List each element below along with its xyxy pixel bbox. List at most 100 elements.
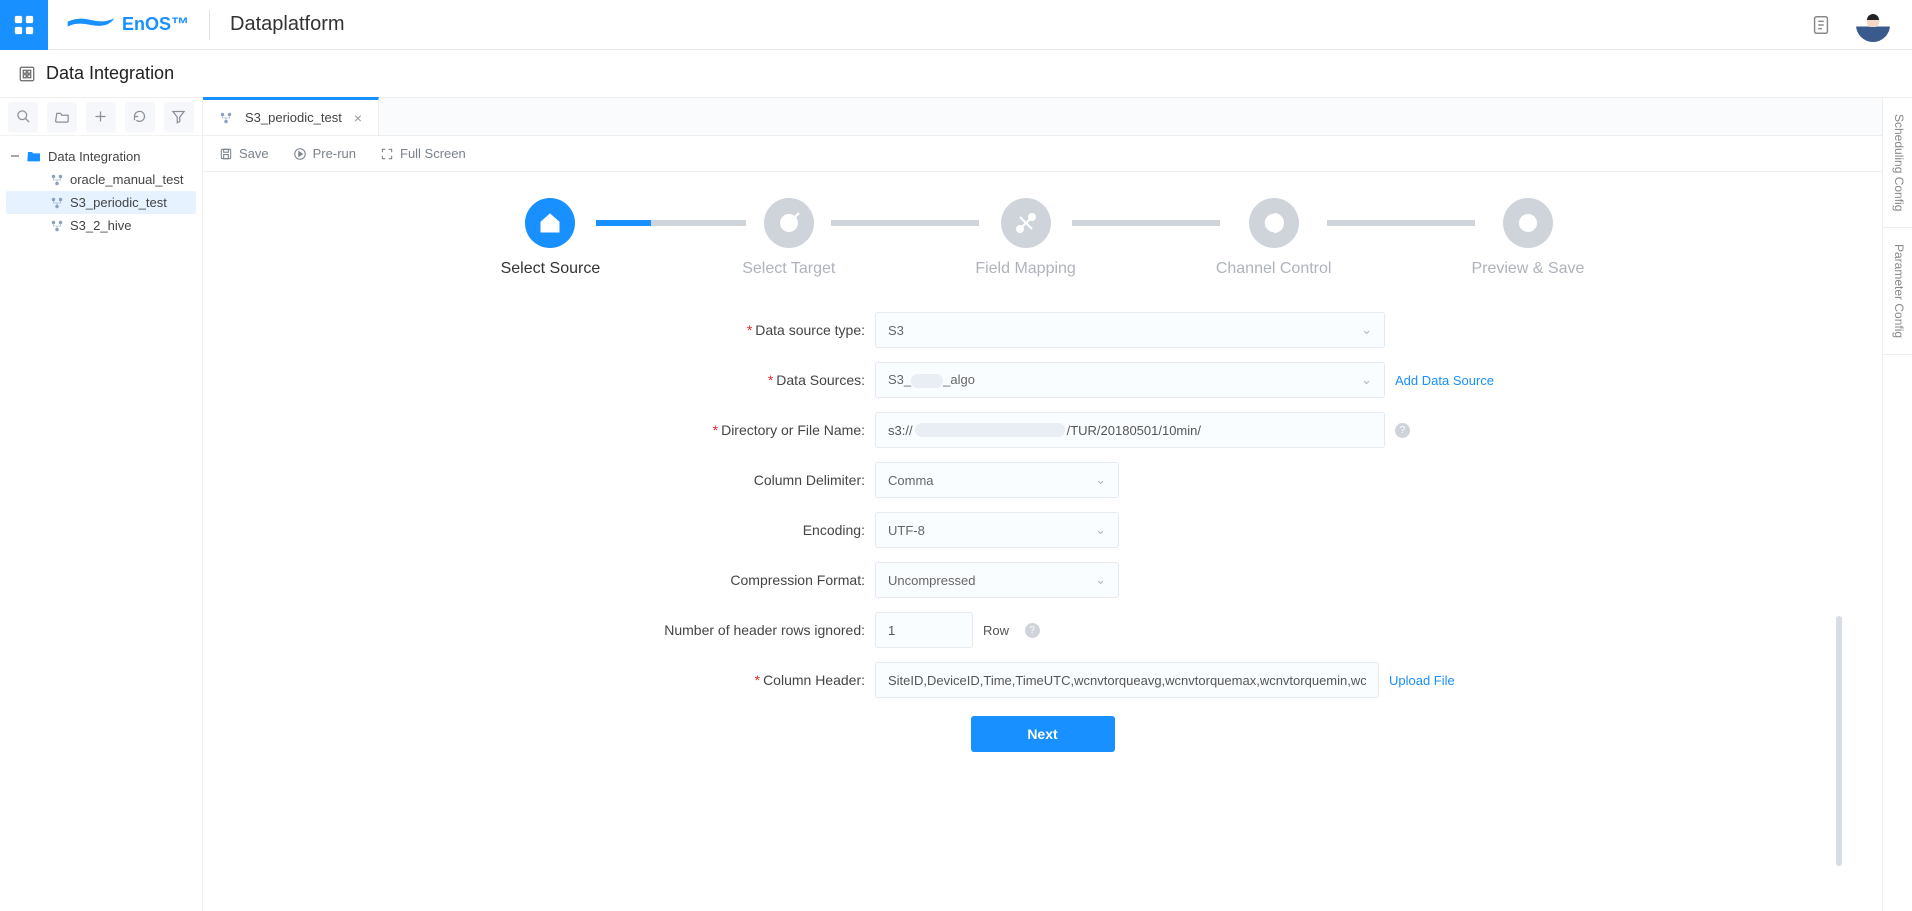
help-directory: ? (1395, 423, 1410, 438)
tab-strip: S3_periodic_test × (203, 98, 1882, 136)
step-connector (1072, 220, 1220, 226)
select-value: UTF-8 (888, 523, 925, 538)
search-button[interactable] (8, 102, 38, 132)
refresh-icon (132, 109, 147, 124)
select-compression[interactable]: Uncompressed ⌄ (875, 562, 1119, 598)
row-column-delimiter: Column Delimiter: Comma ⌄ (243, 462, 1842, 498)
label-data-sources: *Data Sources: (243, 372, 875, 388)
tab-close-button[interactable]: × (354, 110, 362, 126)
select-value: S3 (888, 323, 904, 338)
redacted-text (911, 374, 943, 388)
brand-logo: EnOS™ (66, 14, 189, 35)
apps-grid-icon (13, 14, 35, 36)
save-icon (219, 147, 233, 161)
tree-item-label: S3_2_hive (70, 218, 131, 233)
product-name: Dataplatform (230, 13, 345, 36)
input-header-rows[interactable] (875, 612, 973, 648)
question-icon[interactable]: ? (1025, 623, 1040, 638)
tree-item-oracle-manual-test[interactable]: oracle_manual_test (6, 168, 196, 191)
step-field-mapping[interactable]: Field Mapping (975, 198, 1076, 278)
label-compression: Compression Format: (243, 572, 875, 588)
add-data-source-link[interactable]: Add Data Source (1395, 373, 1494, 388)
filter-icon (171, 109, 186, 124)
home-icon (538, 211, 562, 235)
prerun-action[interactable]: Pre-run (293, 146, 356, 161)
chevron-down-icon: ⌄ (1095, 472, 1106, 488)
tab-label: S3_periodic_test (245, 110, 342, 125)
step-connector (596, 220, 746, 226)
tree-root[interactable]: Data Integration (6, 144, 196, 168)
top-bar: EnOS™ Dataplatform (0, 0, 1912, 50)
select-encoding[interactable]: UTF-8 ⌄ (875, 512, 1119, 548)
unit-row: Row ? (983, 623, 1040, 638)
save-action[interactable]: Save (219, 146, 269, 161)
brand-swoosh-icon (66, 15, 116, 35)
question-icon[interactable]: ? (1395, 423, 1410, 438)
target-icon (777, 211, 801, 235)
flow-node-icon (50, 196, 64, 210)
mapping-icon (1014, 211, 1038, 235)
user-avatar[interactable] (1856, 8, 1890, 42)
left-toolbar (0, 98, 202, 136)
row-column-header: *Column Header: Upload File (243, 662, 1842, 698)
brand-area: EnOS™ Dataplatform (48, 10, 363, 40)
fullscreen-action[interactable]: Full Screen (380, 146, 466, 161)
docs-icon[interactable] (1810, 14, 1832, 36)
scrollbar-thumb[interactable] (1836, 616, 1842, 866)
select-column-delimiter[interactable]: Comma ⌄ (875, 462, 1119, 498)
folder-button[interactable] (47, 102, 77, 132)
select-value: S3__algo (888, 372, 975, 388)
prerun-label: Pre-run (313, 146, 356, 161)
apps-menu-button[interactable] (0, 0, 48, 50)
next-button[interactable]: Next (971, 716, 1115, 752)
upload-file-link[interactable]: Upload File (1389, 673, 1455, 688)
step-preview-save[interactable]: Preview & Save (1471, 198, 1584, 278)
tree-item-s3-periodic-test[interactable]: S3_periodic_test (6, 191, 196, 214)
next-button-container: Next (243, 716, 1842, 752)
row-data-sources: *Data Sources: S3__algo ⌄ Add Data Sourc… (243, 362, 1842, 398)
flow-node-icon (50, 173, 64, 187)
step-label: Select Source (501, 260, 601, 278)
input-directory[interactable]: s3:///TUR/20180501/10min/ (875, 412, 1385, 448)
step-label: Select Target (742, 260, 835, 278)
step-connector (831, 220, 979, 226)
page-title: Data Integration (46, 63, 174, 84)
step-select-target[interactable]: Select Target (742, 198, 835, 278)
action-bar: Save Pre-run Full Screen (203, 136, 1882, 172)
filter-button[interactable] (164, 102, 194, 132)
tree-item-s3-2-hive[interactable]: S3_2_hive (6, 214, 196, 237)
page-title-bar: Data Integration (0, 50, 1912, 98)
avatar-icon (1856, 10, 1890, 42)
brand-divider (209, 10, 210, 40)
collapse-icon (10, 151, 20, 161)
center-panel: S3_periodic_test × Save Pre-run Full Scr… (203, 98, 1882, 911)
input-column-header[interactable] (875, 662, 1379, 698)
dock-tab-scheduling-config[interactable]: Scheduling Config (1883, 98, 1912, 228)
step-select-source[interactable]: Select Source (501, 198, 601, 278)
fullscreen-icon (380, 147, 394, 161)
main-layout: Data Integration oracle_manual_test S3_p… (0, 98, 1912, 911)
folder-icon (55, 109, 70, 124)
row-encoding: Encoding: UTF-8 ⌄ (243, 512, 1842, 548)
tab-s3-periodic-test[interactable]: S3_periodic_test × (203, 97, 379, 135)
chevron-down-icon: ⌄ (1095, 572, 1106, 588)
left-panel: Data Integration oracle_manual_test S3_p… (0, 98, 203, 911)
select-data-source-type[interactable]: S3 ⌄ (875, 312, 1385, 348)
select-value: Comma (888, 473, 934, 488)
flow-node-icon (50, 219, 64, 233)
step-connector (1327, 220, 1475, 226)
row-directory: *Directory or File Name: s3:///TUR/20180… (243, 412, 1842, 448)
step-channel-control[interactable]: Channel Control (1216, 198, 1332, 278)
chevron-down-icon: ⌄ (1095, 522, 1106, 538)
play-icon (293, 147, 307, 161)
step-indicator: Select Source Select Target Field Mappin… (243, 198, 1842, 278)
input-column-header-field[interactable] (888, 673, 1366, 688)
select-data-sources[interactable]: S3__algo ⌄ (875, 362, 1385, 398)
data-integration-icon (18, 65, 36, 83)
save-label: Save (239, 146, 269, 161)
add-button[interactable] (86, 102, 116, 132)
dock-tab-parameter-config[interactable]: Parameter Config (1883, 228, 1912, 355)
refresh-button[interactable] (125, 102, 155, 132)
label-directory: *Directory or File Name: (243, 422, 875, 438)
input-header-rows-field[interactable] (888, 623, 960, 638)
